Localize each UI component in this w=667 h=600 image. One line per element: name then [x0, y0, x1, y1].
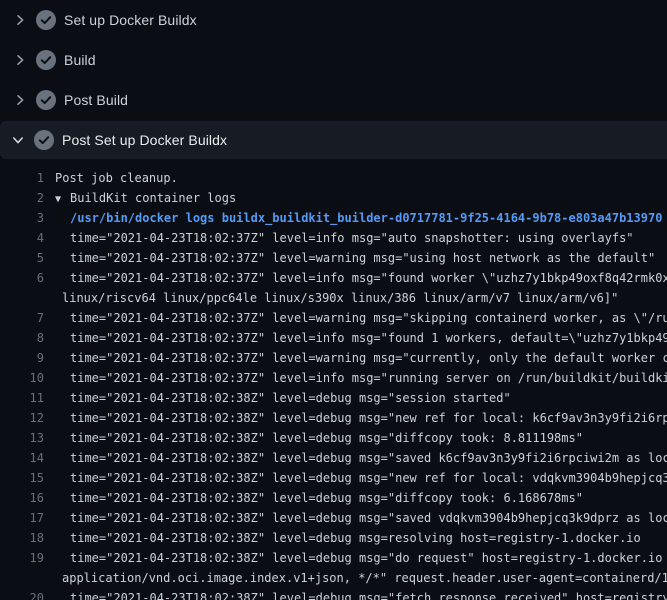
step-row-expanded[interactable]: Post Set up Docker Buildx [0, 121, 667, 159]
line-number[interactable]: 1 [0, 168, 44, 188]
log-line: 14 time="2021-04-23T18:02:38Z" level=deb… [0, 448, 667, 468]
log-line: 4 time="2021-04-23T18:02:37Z" level=info… [0, 228, 667, 248]
line-number[interactable]: 15 [0, 468, 44, 488]
log-line: 17 time="2021-04-23T18:02:38Z" level=deb… [0, 508, 667, 528]
log-line: 7 time="2021-04-23T18:02:37Z" level=warn… [0, 308, 667, 328]
group-label: BuildKit container logs [70, 191, 236, 205]
log-text: time="2021-04-23T18:02:38Z" level=debug … [44, 488, 583, 508]
log-text: time="2021-04-23T18:02:38Z" level=debug … [44, 508, 667, 528]
step-row[interactable]: Set up Docker Buildx [0, 0, 667, 40]
log-text: time="2021-04-23T18:02:37Z" level=info m… [44, 328, 667, 348]
check-circle-icon [36, 90, 56, 110]
log-line: 1 Post job cleanup. [0, 168, 667, 188]
log-line: 16 time="2021-04-23T18:02:38Z" level=deb… [0, 488, 667, 508]
log-text: time="2021-04-23T18:02:38Z" level=debug … [44, 588, 667, 600]
line-number[interactable]: 17 [0, 508, 44, 528]
line-number[interactable]: 18 [0, 528, 44, 548]
line-number[interactable]: 7 [0, 308, 44, 328]
line-number[interactable]: 14 [0, 448, 44, 468]
log-text: Post job cleanup. [44, 168, 178, 188]
log-text: time="2021-04-23T18:02:38Z" level=debug … [44, 468, 667, 488]
log-line: 19 time="2021-04-23T18:02:38Z" level=deb… [0, 548, 667, 568]
line-number[interactable] [0, 568, 44, 588]
log-line: application/vnd.oci.image.index.v1+json,… [0, 568, 667, 588]
step-row[interactable]: Post Build [0, 80, 667, 120]
log-line: 5 time="2021-04-23T18:02:37Z" level=warn… [0, 248, 667, 268]
line-number[interactable]: 10 [0, 368, 44, 388]
line-number[interactable]: 2 [0, 188, 44, 208]
chevron-right-icon [14, 54, 26, 66]
log-line: 10 time="2021-04-23T18:02:37Z" level=inf… [0, 368, 667, 388]
log-line: 15 time="2021-04-23T18:02:38Z" level=deb… [0, 468, 667, 488]
steps-list: Set up Docker Buildx Build Post Build [0, 0, 667, 159]
log-text: time="2021-04-23T18:02:38Z" level=debug … [44, 448, 667, 468]
log-text: time="2021-04-23T18:02:38Z" level=debug … [44, 528, 641, 548]
log-line: 9 time="2021-04-23T18:02:37Z" level=warn… [0, 348, 667, 368]
log-text: linux/riscv64 linux/ppc64le linux/s390x … [44, 288, 618, 308]
check-circle-icon [36, 10, 56, 30]
log-text: time="2021-04-23T18:02:38Z" level=debug … [44, 408, 667, 428]
chevron-right-icon [14, 94, 26, 106]
line-number[interactable]: 6 [0, 268, 44, 288]
log-group-toggle[interactable]: ▼BuildKit container logs [44, 188, 236, 208]
line-number[interactable]: 8 [0, 328, 44, 348]
log-text: time="2021-04-23T18:02:37Z" level=warnin… [44, 248, 655, 268]
log-text: time="2021-04-23T18:02:37Z" level=info m… [44, 268, 667, 288]
line-number[interactable]: 16 [0, 488, 44, 508]
line-number[interactable]: 4 [0, 228, 44, 248]
log-text: application/vnd.oci.image.index.v1+json,… [44, 568, 667, 588]
line-number[interactable]: 5 [0, 248, 44, 268]
log-text: time="2021-04-23T18:02:37Z" level=info m… [44, 368, 667, 388]
log-text: time="2021-04-23T18:02:38Z" level=debug … [44, 548, 667, 568]
chevron-right-icon [14, 14, 26, 26]
workflow-job-log-panel: Set up Docker Buildx Build Post Build [0, 0, 667, 600]
log-line: 12 time="2021-04-23T18:02:38Z" level=deb… [0, 408, 667, 428]
log-line: linux/riscv64 linux/ppc64le linux/s390x … [0, 288, 667, 308]
log-text: time="2021-04-23T18:02:37Z" level=warnin… [44, 308, 667, 328]
log-line: 13 time="2021-04-23T18:02:38Z" level=deb… [0, 428, 667, 448]
line-number[interactable]: 3 [0, 208, 44, 228]
line-number[interactable]: 13 [0, 428, 44, 448]
step-label: Set up Docker Buildx [64, 12, 197, 28]
log-line: 2 ▼BuildKit container logs [0, 188, 667, 208]
log-text: time="2021-04-23T18:02:37Z" level=info m… [44, 228, 634, 248]
log-lines: 1 Post job cleanup. 2 ▼BuildKit containe… [0, 160, 667, 600]
line-number[interactable]: 19 [0, 548, 44, 568]
step-label: Post Build [64, 92, 128, 108]
log-line: 8 time="2021-04-23T18:02:37Z" level=info… [0, 328, 667, 348]
check-circle-icon [34, 130, 54, 150]
step-label: Build [64, 52, 96, 68]
log-line: 18 time="2021-04-23T18:02:38Z" level=deb… [0, 528, 667, 548]
line-number[interactable] [0, 288, 44, 308]
line-number[interactable]: 9 [0, 348, 44, 368]
step-label: Post Set up Docker Buildx [62, 132, 227, 148]
log-line: 20 time="2021-04-23T18:02:38Z" level=deb… [0, 588, 667, 600]
line-number[interactable]: 11 [0, 388, 44, 408]
chevron-down-icon [12, 134, 24, 146]
log-line: 3 /usr/bin/docker logs buildx_buildkit_b… [0, 208, 667, 228]
line-number[interactable]: 12 [0, 408, 44, 428]
command-text: /usr/bin/docker logs buildx_buildkit_bui… [44, 208, 662, 228]
log-text: time="2021-04-23T18:02:38Z" level=debug … [44, 428, 583, 448]
log-line: 11 time="2021-04-23T18:02:38Z" level=deb… [0, 388, 667, 408]
log-line: 6 time="2021-04-23T18:02:37Z" level=info… [0, 268, 667, 288]
check-circle-icon [36, 50, 56, 70]
log-text: time="2021-04-23T18:02:38Z" level=debug … [44, 388, 511, 408]
line-number[interactable]: 20 [0, 588, 44, 600]
group-caret-icon: ▼ [55, 190, 70, 208]
step-row[interactable]: Build [0, 40, 667, 80]
log-text: time="2021-04-23T18:02:37Z" level=warnin… [44, 348, 667, 368]
